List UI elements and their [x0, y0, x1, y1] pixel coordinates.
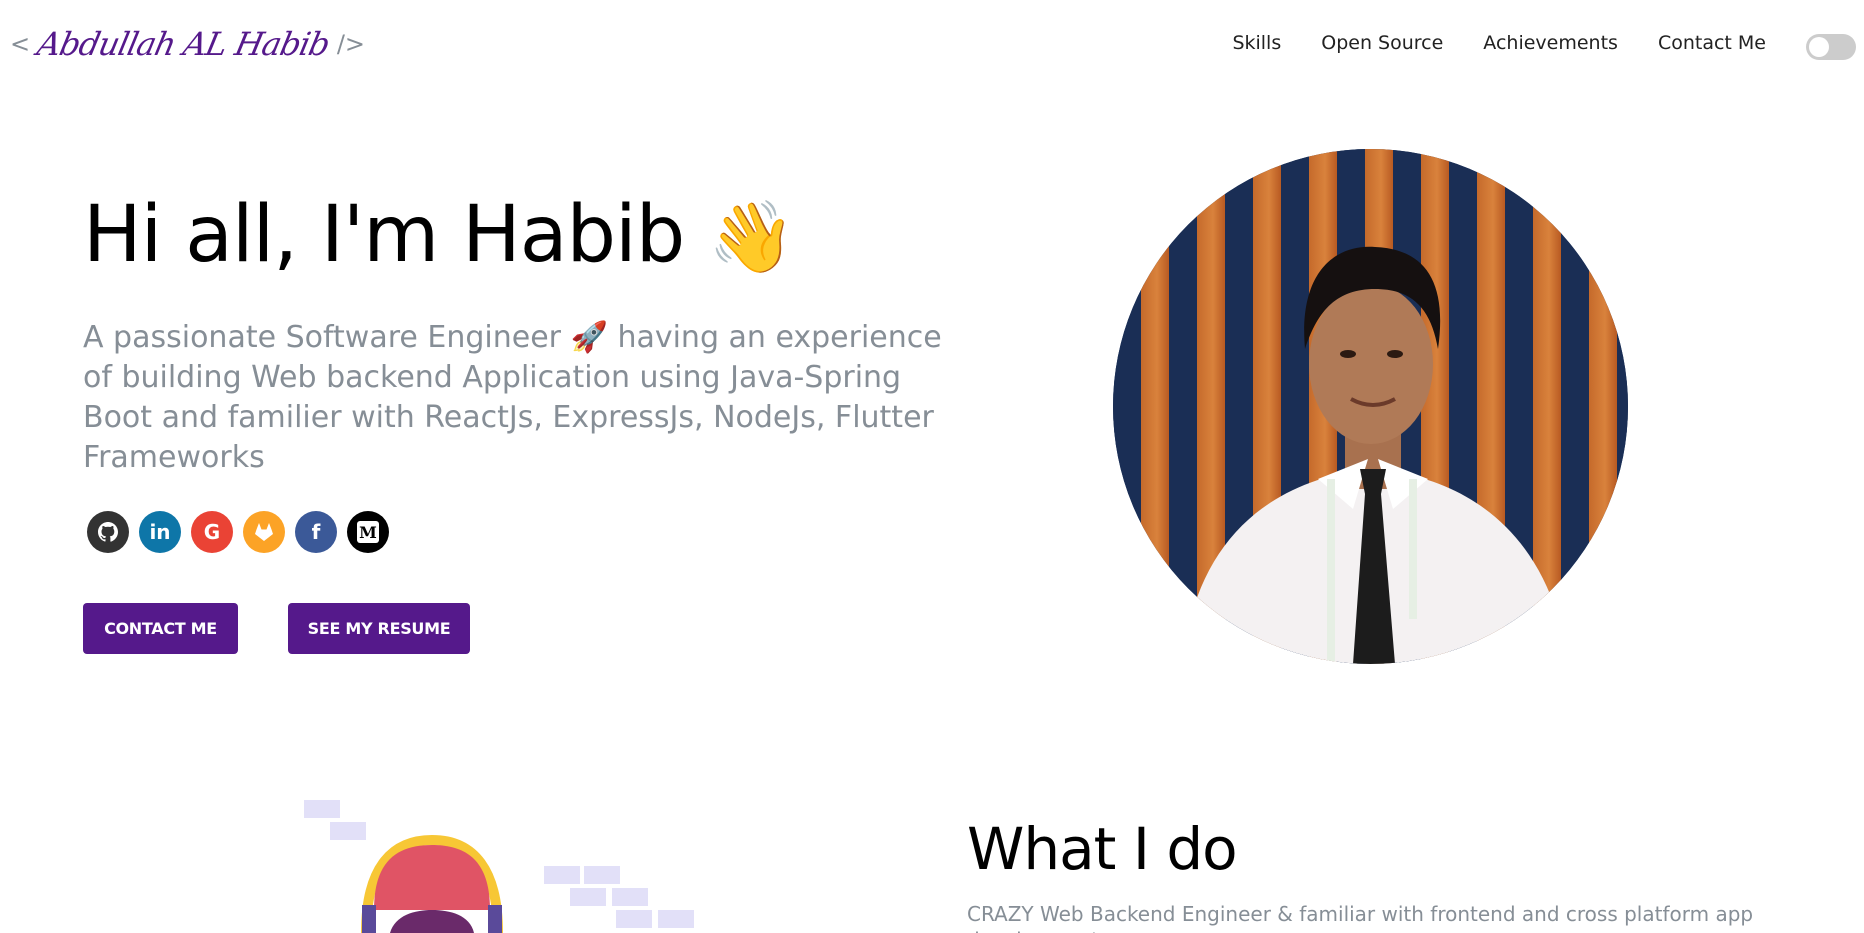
google-icon[interactable]: G — [191, 511, 233, 553]
nav-achievements[interactable]: Achievements — [1483, 32, 1618, 54]
profile-photo — [1113, 149, 1628, 664]
toggle-knob — [1809, 37, 1829, 57]
logo[interactable]: < Abdullah AL Habib /> — [10, 24, 365, 64]
social-links: in G f M — [87, 511, 389, 553]
hero-greeting: Hi all, I'm Habib 👋 — [83, 190, 795, 282]
theme-toggle[interactable] — [1806, 34, 1856, 60]
nav-open-source[interactable]: Open Source — [1321, 32, 1443, 54]
what-i-do-title: What I do — [967, 815, 1238, 883]
person-illustration — [1183, 246, 1568, 664]
site-header: < Abdullah AL Habib /> Skills Open Sourc… — [0, 0, 1864, 90]
logo-close-bracket: /> — [336, 30, 366, 58]
linkedin-glyph: in — [149, 520, 171, 544]
google-glyph: G — [203, 520, 221, 544]
linkedin-icon[interactable]: in — [139, 511, 181, 553]
rocket-emoji-icon: 🚀 — [570, 320, 608, 355]
hero-subtitle: A passionate Software Engineer 🚀 having … — [83, 318, 963, 478]
facebook-icon[interactable]: f — [295, 511, 337, 553]
developer-illustration — [304, 800, 694, 933]
wave-emoji-icon: 👋 — [708, 196, 795, 278]
what-i-do-subtitle: CRAZY Web Backend Engineer & familiar wi… — [967, 902, 1754, 933]
subtitle-part-1: A passionate Software Engineer — [83, 320, 561, 355]
greeting-text: Hi all, I'm Habib — [83, 190, 685, 280]
medium-icon[interactable]: M — [347, 511, 389, 553]
medium-glyph: M — [357, 521, 379, 543]
nav-skills[interactable]: Skills — [1232, 32, 1281, 54]
logo-signature: Abdullah AL Habib — [34, 25, 333, 63]
nav-contact-me[interactable]: Contact Me — [1658, 32, 1766, 54]
facebook-glyph: f — [311, 520, 321, 544]
gitlab-icon[interactable] — [243, 511, 285, 553]
contact-me-button[interactable]: CONTACT ME — [83, 603, 238, 654]
main-nav: Skills Open Source Achievements Contact … — [1232, 32, 1766, 54]
github-icon[interactable] — [87, 511, 129, 553]
logo-open-bracket: < — [10, 30, 31, 58]
see-resume-button[interactable]: SEE MY RESUME — [288, 603, 470, 654]
